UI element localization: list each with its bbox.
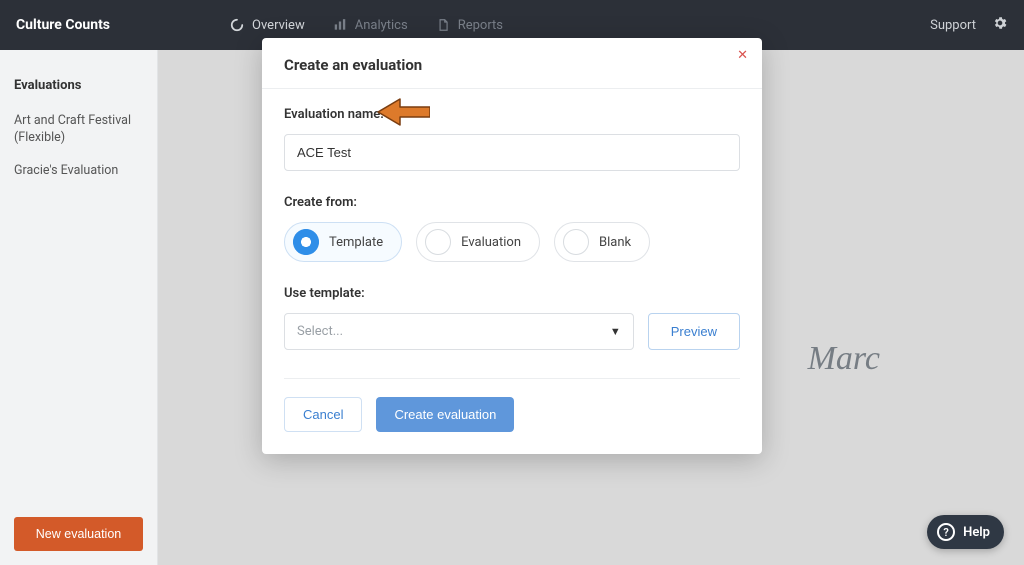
template-select-row: Select... ▼ Preview: [284, 313, 740, 350]
gear-icon[interactable]: [992, 15, 1008, 35]
sidebar-item-art-craft[interactable]: Art and Craft Festival (Flexible): [0, 105, 157, 155]
brand: Culture Counts: [16, 17, 110, 33]
bar-chart-icon: [333, 18, 347, 32]
option-blank[interactable]: Blank: [554, 222, 650, 262]
nav-overview-label: Overview: [252, 18, 305, 33]
create-evaluation-modal: Create an evaluation ✕ Evaluation name: …: [262, 38, 762, 454]
radio-unselected-icon: [425, 229, 451, 255]
create-from-options: Template Evaluation Blank: [284, 222, 740, 262]
evaluation-name-label: Evaluation name:: [284, 107, 740, 122]
radio-unselected-icon: [563, 229, 589, 255]
radio-selected-icon: [293, 229, 319, 255]
help-icon: ?: [937, 523, 955, 541]
sidebar: Evaluations Art and Craft Festival (Flex…: [0, 50, 158, 565]
template-select-placeholder: Select...: [297, 324, 343, 339]
sidebar-spacer: [0, 188, 157, 503]
sidebar-heading: Evaluations: [0, 70, 157, 105]
spinner-icon: [230, 18, 244, 32]
preview-button[interactable]: Preview: [648, 313, 740, 350]
nav-analytics[interactable]: Analytics: [333, 18, 408, 33]
nav-reports-label: Reports: [458, 18, 503, 33]
sidebar-item-gracies[interactable]: Gracie's Evaluation: [0, 155, 157, 188]
cancel-button[interactable]: Cancel: [284, 397, 362, 432]
evaluation-name-section: Evaluation name:: [284, 107, 740, 171]
new-evaluation-button[interactable]: New evaluation: [14, 517, 143, 551]
modal-title: Create an evaluation: [284, 56, 740, 74]
nav-analytics-label: Analytics: [355, 18, 408, 33]
primary-nav: Overview Analytics Reports: [230, 18, 930, 33]
option-blank-label: Blank: [599, 235, 631, 250]
modal-body: Evaluation name: Create from: Template E…: [262, 89, 762, 379]
modal-header: Create an evaluation ✕: [262, 38, 762, 89]
modal-footer: Cancel Create evaluation: [262, 397, 762, 454]
create-from-label: Create from:: [284, 195, 740, 210]
document-icon: [436, 18, 450, 32]
option-template-label: Template: [329, 235, 383, 250]
help-label: Help: [963, 525, 990, 540]
template-select[interactable]: Select... ▼: [284, 313, 634, 350]
create-evaluation-button[interactable]: Create evaluation: [376, 397, 514, 432]
close-icon[interactable]: ✕: [737, 48, 748, 61]
evaluation-name-input[interactable]: [284, 134, 740, 171]
nav-reports[interactable]: Reports: [436, 18, 503, 33]
nav-support[interactable]: Support: [930, 18, 976, 33]
chevron-down-icon: ▼: [610, 325, 621, 338]
option-evaluation[interactable]: Evaluation: [416, 222, 540, 262]
option-evaluation-label: Evaluation: [461, 235, 521, 250]
option-template[interactable]: Template: [284, 222, 402, 262]
modal-divider: [284, 378, 740, 379]
use-template-label: Use template:: [284, 286, 740, 301]
help-widget[interactable]: ? Help: [927, 515, 1004, 549]
nav-overview[interactable]: Overview: [230, 18, 305, 33]
topbar-right: Support: [930, 15, 1008, 35]
